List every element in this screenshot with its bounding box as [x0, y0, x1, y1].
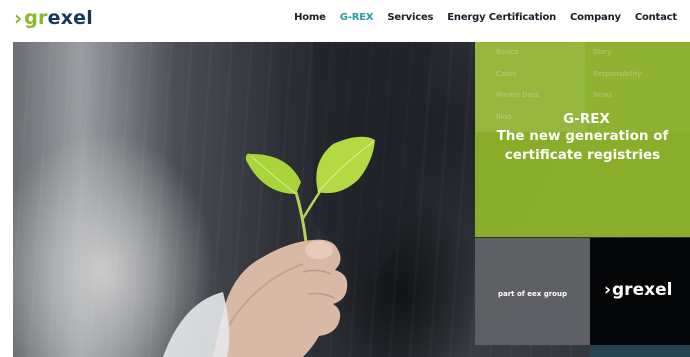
grexel-logo-box[interactable]: › grexel: [590, 238, 690, 345]
logo-wordmark: grexel: [24, 6, 93, 29]
logo-chevron-icon: ›: [14, 6, 23, 30]
nav-company[interactable]: Company: [570, 12, 621, 23]
grexel-logo[interactable]: › grexel: [14, 5, 93, 31]
nav-energy-certification[interactable]: Energy Certification: [447, 12, 556, 23]
eex-group-label: part of eex group: [498, 290, 567, 298]
hero-subtitle-line1: The new generation of: [496, 128, 669, 144]
grexel-logo-white: › grexel: [604, 280, 672, 300]
logo-wordmark-white: grexel: [612, 280, 673, 300]
main-nav: Home G-REX Services Energy Certification…: [294, 12, 677, 23]
nav-services[interactable]: Services: [387, 12, 433, 23]
logo-chevron-icon: ›: [604, 280, 612, 300]
nav-home[interactable]: Home: [294, 12, 326, 23]
eex-group-box[interactable]: part of eex group: [475, 238, 590, 345]
teal-accent-strip: [590, 345, 690, 357]
hero-subtitle-line2: certificate registries: [504, 147, 661, 163]
hero-headline: G-REX The new generation of certificate …: [475, 112, 690, 165]
nav-contact[interactable]: Contact: [635, 12, 677, 23]
site-header: › grexel Home G-REX Services Energy Cert…: [0, 0, 690, 40]
hero-title: G-REX: [563, 111, 610, 127]
nav-grex[interactable]: G-REX: [340, 12, 374, 23]
